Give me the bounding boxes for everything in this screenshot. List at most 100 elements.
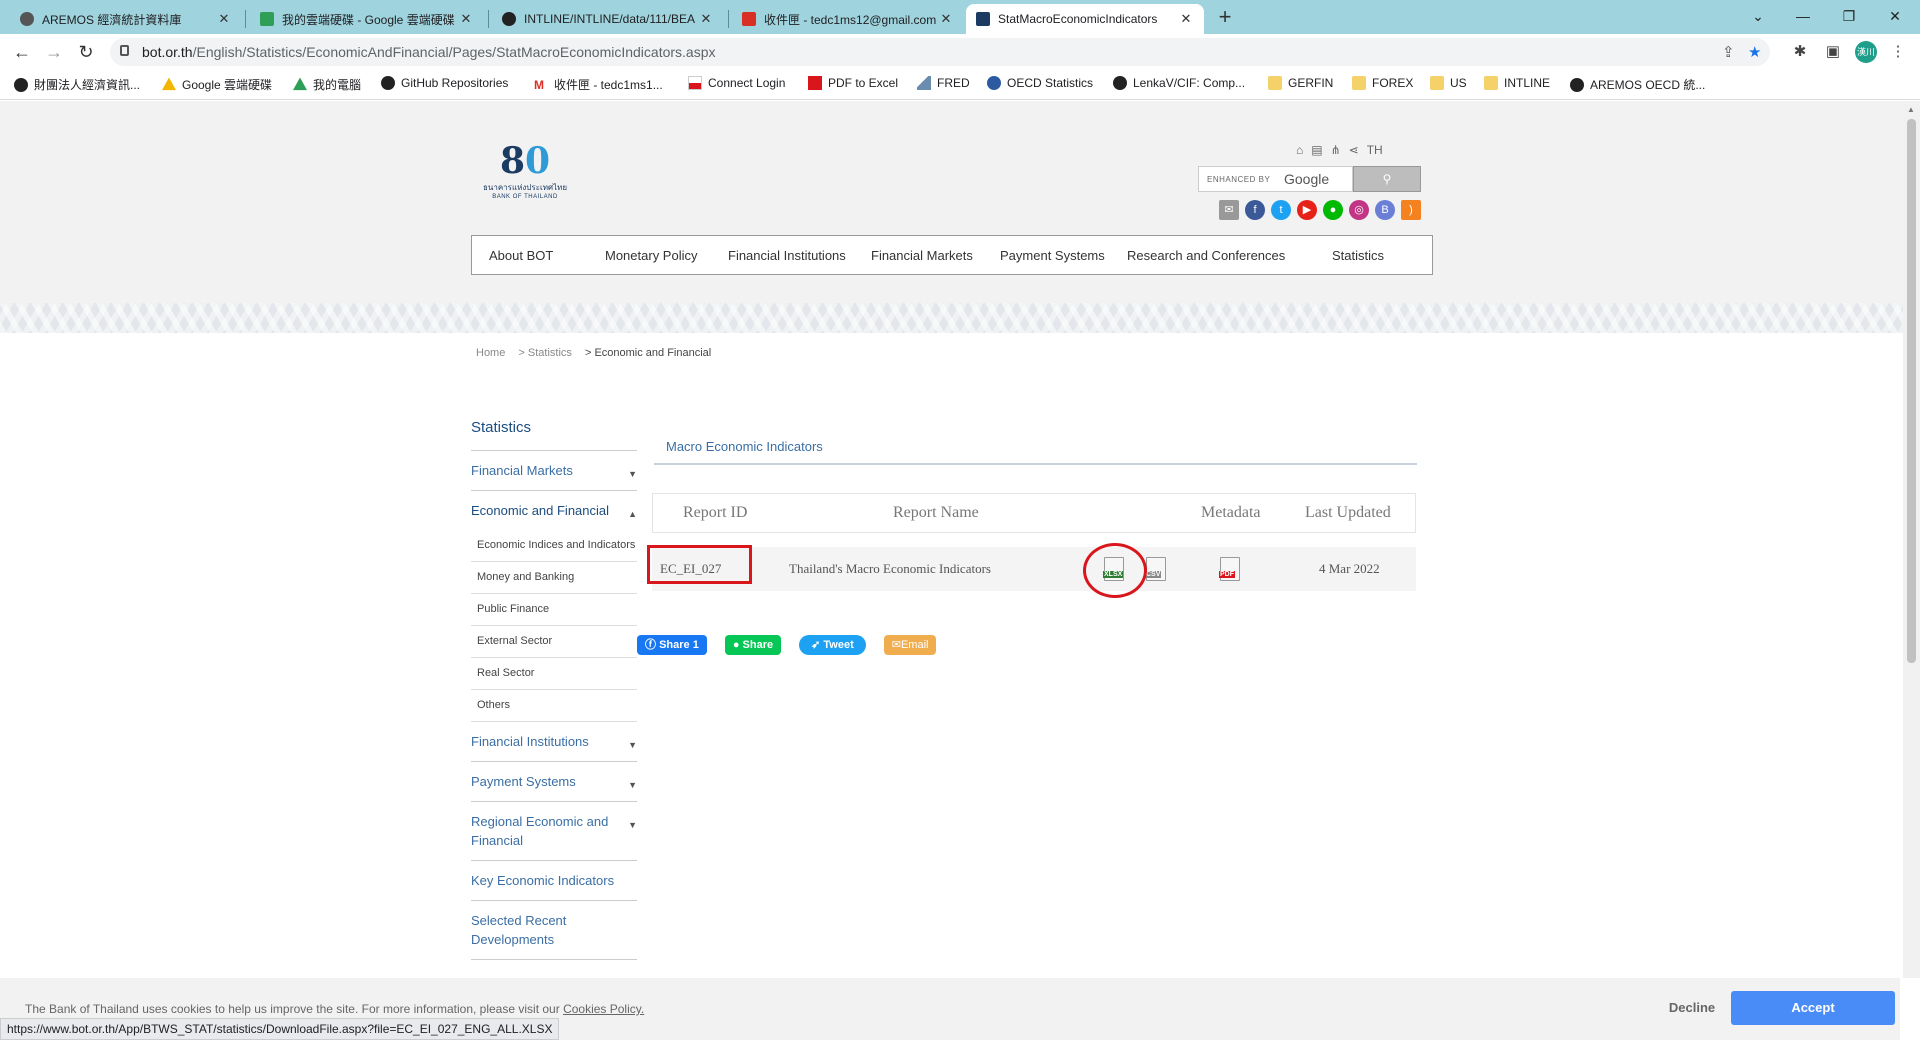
bookmark-item[interactable]: 財團法人經濟資訊...: [14, 76, 140, 93]
sidebar-subitem-money-banking[interactable]: Money and Banking: [471, 562, 637, 594]
bookmark-item[interactable]: M 收件匣 - tedc1ms1...: [534, 76, 663, 93]
bookmark-label: Google 雲端硬碟: [182, 78, 273, 92]
sidebar-title[interactable]: Statistics: [471, 419, 637, 451]
home-icon[interactable]: ⌂: [1296, 143, 1303, 157]
sidebar-item-key-indicators[interactable]: Key Economic Indicators: [471, 861, 637, 901]
side-panel-icon[interactable]: ▣: [1820, 40, 1846, 64]
bookmark-item[interactable]: AREMOS OECD 統...: [1570, 76, 1705, 93]
bookmark-item[interactable]: FRED: [917, 76, 970, 90]
close-window-icon[interactable]: ✕: [1872, 4, 1918, 28]
sidebar-subitem-public-finance[interactable]: Public Finance: [471, 594, 637, 626]
bookmark-item[interactable]: 我的電腦: [293, 76, 361, 93]
share-icon[interactable]: ⋖: [1349, 143, 1359, 157]
bookmark-folder[interactable]: INTLINE: [1484, 76, 1550, 90]
lock-icon: [120, 45, 129, 56]
bookmark-folder[interactable]: GERFIN: [1268, 76, 1333, 90]
nav-monetary-policy[interactable]: Monetary Policy: [605, 248, 697, 263]
blog-icon[interactable]: B: [1375, 200, 1395, 220]
drive-icon: [260, 12, 274, 26]
nav-research-conferences[interactable]: Research and Conferences: [1127, 248, 1285, 263]
site-search-button[interactable]: ⚲: [1353, 166, 1421, 192]
sidebar-item-economic-financial[interactable]: Economic and Financial ▲: [471, 491, 637, 530]
tab-bot-active[interactable]: StatMacroEconomicIndicators ✕: [966, 4, 1204, 34]
scrollbar-thumb[interactable]: [1907, 119, 1916, 663]
bookmark-star-icon[interactable]: ★: [1748, 43, 1761, 61]
bookmark-item[interactable]: Connect Login: [688, 76, 785, 90]
site-search-input[interactable]: ENHANCED BY Google: [1198, 166, 1353, 192]
close-icon[interactable]: ✕: [1178, 11, 1194, 27]
page-scrollbar[interactable]: ▲: [1903, 101, 1920, 978]
new-tab-icon[interactable]: +: [1212, 5, 1238, 31]
tab-github[interactable]: INTLINE/INTLINE/data/111/BEA ✕: [492, 4, 724, 34]
nav-payment-systems[interactable]: Payment Systems: [1000, 248, 1105, 263]
sidebar-item-financial-markets[interactable]: Financial Markets ▼: [471, 451, 637, 491]
twitter-tweet-button[interactable]: ➶ Tweet: [799, 635, 866, 655]
breadcrumb-statistics[interactable]: > Statistics: [518, 347, 572, 359]
share-page-icon[interactable]: ⇪: [1722, 43, 1735, 61]
bookmark-item[interactable]: PDF to Excel: [808, 76, 898, 90]
tab-aremos[interactable]: AREMOS 經濟統計資料庫 ✕: [10, 4, 242, 34]
sidebar-subitem-economic-indices[interactable]: Economic Indices and Indicators: [471, 530, 637, 562]
nav-financial-markets[interactable]: Financial Markets: [871, 248, 973, 263]
report-name-cell[interactable]: Thailand's Macro Economic Indicators: [789, 561, 991, 577]
sidebar-subitem-others[interactable]: Others: [471, 690, 637, 722]
tab-gmail[interactable]: 收件匣 - tedc1ms12@gmail.com ✕: [732, 4, 964, 34]
facebook-icon[interactable]: f: [1245, 200, 1265, 220]
accept-button[interactable]: Accept: [1731, 991, 1895, 1025]
instagram-icon[interactable]: ◎: [1349, 200, 1369, 220]
bookmark-item[interactable]: OECD Statistics: [987, 76, 1093, 90]
sidebar-item-regional[interactable]: Regional Economic and Financial ▼: [471, 802, 637, 861]
sidebar-subitem-external-sector[interactable]: External Sector: [471, 626, 637, 658]
facebook-share-button[interactable]: ⓕ Share 1: [637, 635, 707, 655]
bookmark-item[interactable]: GitHub Repositories: [381, 76, 508, 90]
bookmark-folder[interactable]: FOREX: [1352, 76, 1413, 90]
nav-about-bot[interactable]: About BOT: [489, 248, 553, 263]
menu-icon[interactable]: ⋮: [1885, 40, 1911, 64]
sidebar-item-recent-developments[interactable]: Selected Recent Developments: [471, 901, 637, 960]
youtube-icon[interactable]: ▶: [1297, 200, 1317, 220]
sitemap-icon[interactable]: ⋔: [1331, 143, 1341, 157]
cookies-policy-link[interactable]: Cookies Policy.: [563, 1002, 644, 1016]
extensions-icon[interactable]: ✱: [1787, 40, 1813, 64]
bookmark-item[interactable]: LenkaV/CIF: Comp...: [1113, 76, 1245, 90]
twitter-icon[interactable]: t: [1271, 200, 1291, 220]
nav-statistics[interactable]: Statistics: [1332, 248, 1384, 263]
sidebar-subitem-real-sector[interactable]: Real Sector: [471, 658, 637, 690]
scroll-up-icon[interactable]: ▲: [1907, 105, 1915, 114]
restore-icon[interactable]: ❐: [1826, 4, 1872, 28]
close-icon[interactable]: ✕: [698, 11, 714, 27]
avatar[interactable]: 漢川: [1855, 41, 1877, 63]
close-icon[interactable]: ✕: [216, 11, 232, 27]
tab-search-icon[interactable]: ⌄: [1735, 4, 1781, 28]
logo-digit-zero: 0: [525, 140, 551, 182]
url-field[interactable]: bot.or.th/English/Statistics/EconomicAnd…: [110, 38, 1770, 66]
bookmark-item[interactable]: Google 雲端硬碟: [162, 76, 272, 93]
line-icon[interactable]: ●: [1323, 200, 1343, 220]
back-icon[interactable]: ←: [8, 40, 36, 64]
sidebar-item-financial-institutions[interactable]: Financial Institutions ▼: [471, 722, 637, 762]
mail-icon[interactable]: ✉: [1219, 200, 1239, 220]
close-icon[interactable]: ✕: [938, 11, 954, 27]
email-share-button[interactable]: ✉Email: [883, 635, 937, 655]
language-toggle[interactable]: TH: [1367, 143, 1383, 157]
csv-download-icon[interactable]: CSV: [1145, 557, 1166, 581]
utility-icons: ⌂ ▤ ⋔ ⋖ TH: [1296, 143, 1383, 157]
print-icon[interactable]: ▤: [1311, 143, 1322, 157]
breadcrumb-home[interactable]: Home: [476, 347, 505, 359]
forward-icon[interactable]: →: [40, 40, 68, 64]
rss-icon[interactable]: ): [1401, 200, 1421, 220]
reload-icon[interactable]: ↻: [72, 40, 100, 64]
pdf-metadata-icon[interactable]: PDF: [1219, 557, 1240, 581]
tab-google-drive[interactable]: 我的雲端硬碟 - Google 雲端硬碟 ✕: [250, 4, 484, 34]
breadcrumb-current: > Economic and Financial: [584, 347, 712, 359]
bot-logo[interactable]: 80 ธนาคารแห่งประเทศไทย BANK OF THAILAND: [470, 141, 580, 201]
sidebar-item-payment-systems[interactable]: Payment Systems ▼: [471, 762, 637, 802]
minimize-icon[interactable]: —: [1780, 4, 1826, 28]
line-share-button[interactable]: ● Share: [724, 635, 782, 655]
decline-button[interactable]: Decline: [1652, 992, 1732, 1024]
nav-financial-institutions[interactable]: Financial Institutions: [728, 248, 846, 263]
bookmark-folder[interactable]: US: [1430, 76, 1467, 90]
search-enhanced-label: ENHANCED BY: [1207, 175, 1271, 184]
close-icon[interactable]: ✕: [458, 11, 474, 27]
cookie-message: The Bank of Thailand uses cookies to hel…: [25, 1002, 560, 1016]
